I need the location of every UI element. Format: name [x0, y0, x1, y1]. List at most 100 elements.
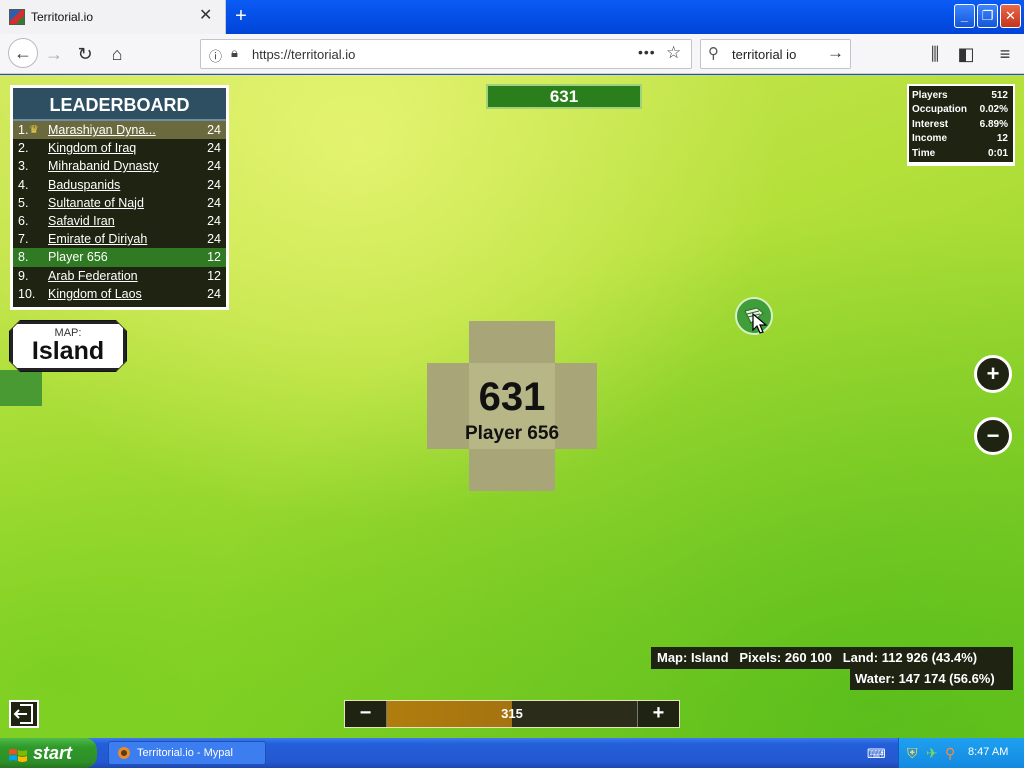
stat-value: 6.89%	[979, 118, 1008, 130]
forward-button[interactable]: →	[42, 42, 66, 66]
attack-increase-button[interactable]: +	[637, 701, 679, 727]
taskbar-item-browser[interactable]: Territorial.io - Mypal	[108, 741, 266, 765]
leaderboard-row[interactable]: 7. Emirate of Diriyah 24	[13, 230, 226, 248]
player-territory-top[interactable]	[469, 321, 555, 365]
tab-close-icon[interactable]: ✕	[199, 6, 212, 26]
stat-value: 0:01	[987, 147, 1008, 159]
search-input[interactable]: territorial io	[732, 47, 796, 62]
attack-slider-track[interactable]: 315	[387, 701, 637, 727]
leaderboard-player-name[interactable]: Emirate of Diriyah	[48, 230, 147, 248]
stat-label: Time	[912, 147, 936, 159]
stat-value: 12	[996, 133, 1008, 145]
back-button[interactable]: ←	[8, 38, 38, 68]
sidebar-icon[interactable]: ◧	[954, 42, 978, 66]
crown-icon: ♛	[29, 124, 39, 136]
attack-decrease-button[interactable]: −	[345, 701, 387, 727]
stat-value: 512	[991, 90, 1008, 101]
leaderboard-rank: 1.	[18, 123, 29, 137]
reload-button[interactable]: ↻	[73, 42, 97, 66]
security-shield-icon[interactable]: ⛨	[907, 745, 918, 762]
search-icon: ⚲	[708, 45, 719, 62]
leaderboard-player-name[interactable]: Baduspanids	[48, 176, 120, 194]
leaderboard-rank: 4.	[18, 177, 29, 192]
game-map[interactable]: LEADERBOARD 1. ♛ Marashiyan Dyna... 24 2. Kin…	[0, 75, 1024, 738]
leaderboard-rank: 10.	[18, 286, 36, 301]
home-button[interactable]: ⌂	[105, 42, 129, 66]
map-name: Island	[31, 337, 105, 365]
leaderboard-row[interactable]: 1. ♛ Marashiyan Dyna... 24	[13, 121, 226, 140]
leaderboard-score: 24	[207, 159, 221, 174]
mouse-cursor-icon	[752, 312, 768, 335]
search-tray-icon[interactable]: ⚲	[945, 745, 955, 762]
leaderboard-score: 24	[207, 177, 221, 192]
leaderboard-row[interactable]: 2. Kingdom of Iraq 24	[13, 139, 226, 157]
lock-icon: 🔒︎	[231, 45, 238, 60]
leaderboard-row[interactable]: 4. Baduspanids 24	[13, 176, 226, 194]
stat-label: Income	[912, 133, 948, 145]
leaderboard-player-name[interactable]: Mihrabanid Dynasty	[48, 157, 158, 175]
leaderboard-rank: 9.	[18, 268, 29, 283]
leaderboard-score: 24	[207, 195, 221, 210]
leaderboard-player-name[interactable]: Kingdom of Iraq	[48, 139, 136, 157]
stat-value: 0.02%	[979, 104, 1008, 116]
start-label: start	[33, 743, 73, 763]
leaderboard-row[interactable]: 10. Kingdom of Laos 24	[13, 285, 226, 303]
windows-logo-icon	[8, 744, 28, 762]
start-button[interactable]: start	[0, 738, 97, 768]
water-info-line: Water: 147 174 (56.6%)	[850, 668, 1013, 690]
leaderboard-row[interactable]: 8. Player 656 12	[13, 248, 226, 267]
leaderboard-score: 12	[207, 268, 221, 283]
site-favicon-icon	[9, 9, 25, 25]
leaderboard-player-name[interactable]: Marashiyan Dyna...	[48, 121, 156, 139]
keyboard-icon[interactable]: ⌨	[867, 746, 886, 762]
leaderboard-row[interactable]: 6. Safavid Iran 24	[13, 212, 226, 230]
leaderboard-title: LEADERBOARD	[13, 88, 226, 121]
zoom-out-button[interactable]: −	[974, 417, 1012, 455]
zoom-in-button[interactable]: +	[974, 355, 1012, 393]
stat-row: Players 512	[912, 89, 1010, 103]
leaderboard-rank: 7.	[18, 232, 29, 247]
library-icon[interactable]: ⫼	[923, 42, 947, 66]
restore-button[interactable]: ❐	[977, 4, 998, 28]
bookmark-star-icon[interactable]: ☆	[666, 43, 681, 63]
exit-button[interactable]	[9, 700, 39, 728]
minimize-button[interactable]: _	[954, 4, 975, 28]
leaderboard-player-name[interactable]: Kingdom of Laos	[48, 285, 142, 303]
leaderboard-player-name[interactable]: Player 656	[48, 248, 108, 266]
search-box[interactable]: ⚲ territorial io →	[700, 39, 851, 69]
menu-icon[interactable]: ≡	[993, 42, 1017, 66]
leaderboard-panel: LEADERBOARD 1. ♛ Marashiyan Dyna... 24 2. Kin…	[10, 85, 229, 310]
leaderboard-player-name[interactable]: Sultanate of Najd	[48, 194, 144, 212]
stat-row: Time 0:01	[912, 147, 1010, 161]
tab-title: Territorial.io	[31, 10, 94, 24]
map-badge: MAP: Island	[10, 321, 126, 371]
address-bar[interactable]: ⓘ 🔒︎ https://territorial.io ••• ☆	[200, 39, 692, 69]
browser-nav-bar: ← → ↻ ⌂ ⓘ 🔒︎ https://territorial.io ••• …	[0, 34, 1024, 74]
map-info-line: Map: Island Pixels: 260 100 Land: 112 92…	[651, 647, 1013, 669]
leaderboard-row[interactable]: 9. Arab Federation 12	[13, 267, 226, 285]
window-close-button[interactable]: ✕	[1000, 4, 1021, 28]
page-actions-icon[interactable]: •••	[638, 44, 656, 60]
windows-taskbar: start Territorial.io - Mypal ⌨ ⛨ ✈ ⚲ 8:4…	[0, 738, 1024, 768]
new-tab-button[interactable]: +	[230, 4, 252, 28]
leaderboard-rank: 2.	[18, 141, 29, 156]
leaderboard-player-name[interactable]: Safavid Iran	[48, 212, 115, 230]
troop-count-bar: 631	[486, 84, 642, 109]
attack-troop-value: 315	[501, 706, 523, 721]
exit-icon	[13, 704, 33, 724]
player-territory-bottom[interactable]	[469, 447, 555, 491]
browser-tab[interactable]: Territorial.io ✕	[0, 0, 226, 34]
clock: 8:47 AM	[968, 746, 1009, 758]
network-icon[interactable]: ✈	[926, 745, 938, 762]
attack-percentage-bar[interactable]: − 315 +	[344, 700, 680, 728]
site-info-icon[interactable]: ⓘ	[209, 46, 222, 65]
leaderboard-row[interactable]: 5. Sultanate of Najd 24	[13, 194, 226, 212]
search-go-icon[interactable]: →	[827, 43, 844, 63]
leaderboard-row[interactable]: 3. Mihrabanid Dynasty 24	[13, 157, 226, 175]
leaderboard-rank: 8.	[18, 250, 29, 265]
stat-label: Players	[912, 90, 948, 101]
leaderboard-score: 12	[207, 250, 221, 265]
leaderboard-player-name[interactable]: Arab Federation	[48, 267, 138, 285]
mypal-browser-icon	[117, 746, 131, 760]
url-text[interactable]: https://territorial.io	[252, 47, 355, 62]
